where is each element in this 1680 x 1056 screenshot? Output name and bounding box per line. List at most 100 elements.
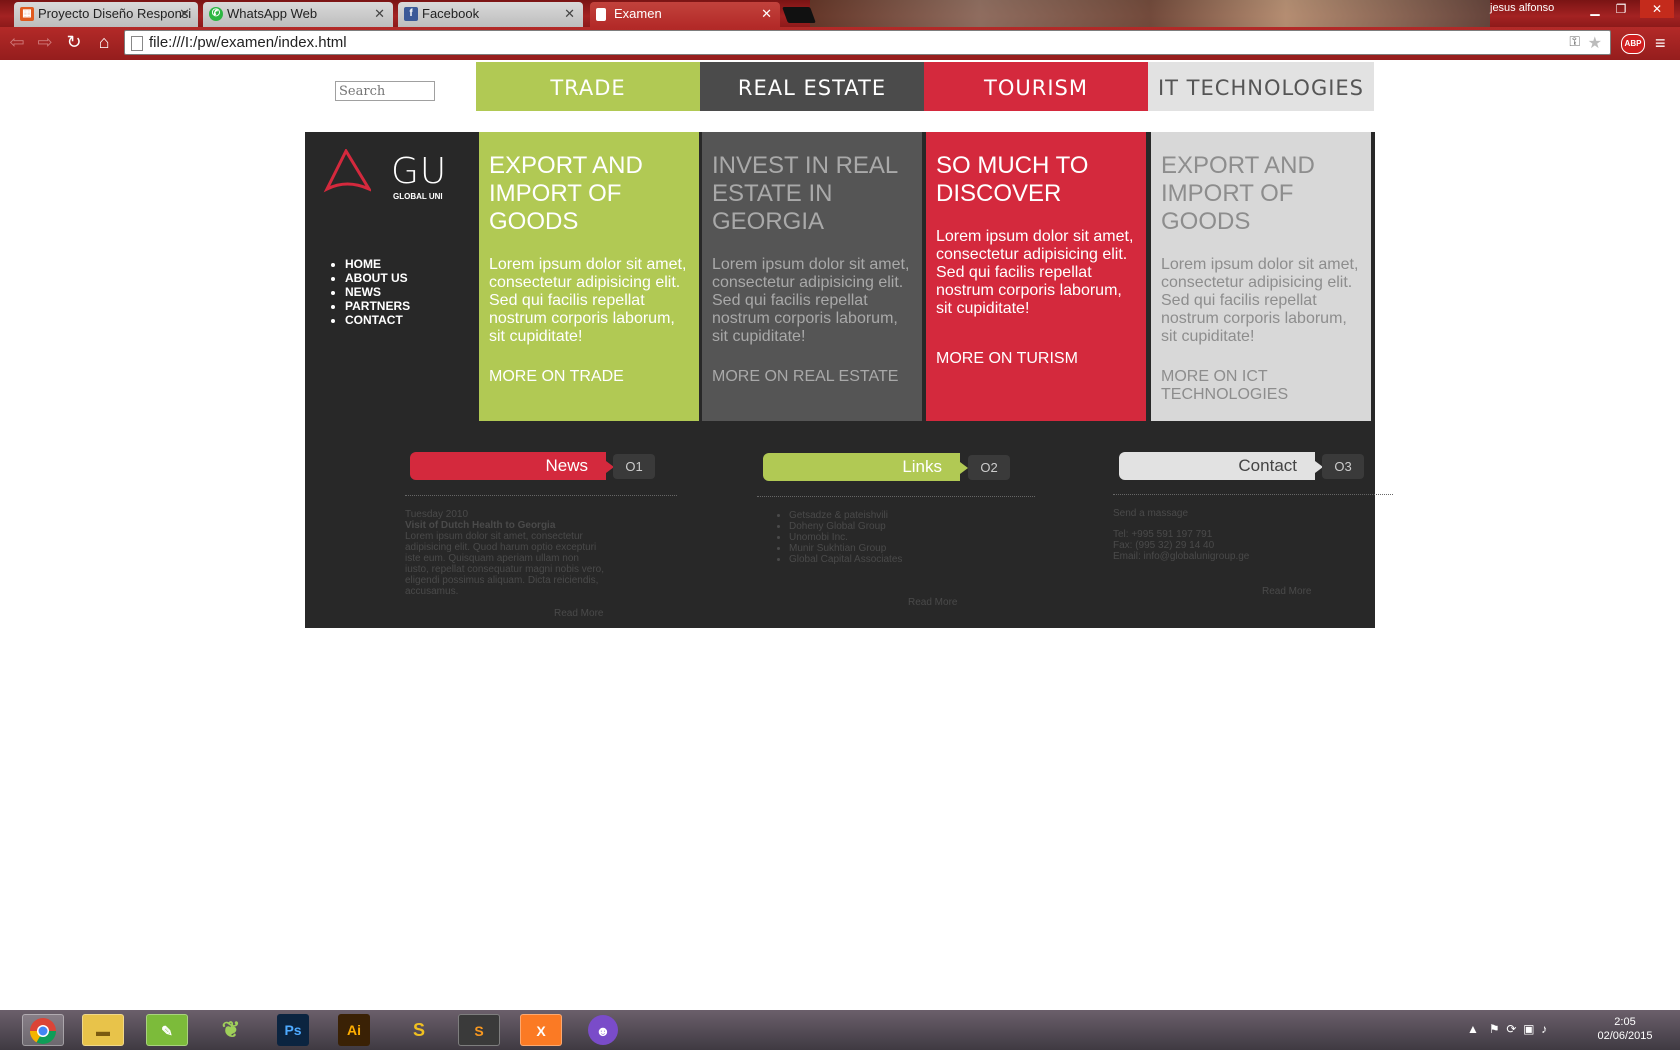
sublime-text-icon[interactable]: S	[458, 1014, 500, 1046]
corel-draw-icon[interactable]: ✎	[146, 1014, 188, 1046]
card-real-estate: INVEST IN REAL ESTATE IN GEORGIA Lorem i…	[702, 132, 922, 421]
taskbar-clock[interactable]: 2:05 02/06/2015	[1595, 1015, 1655, 1043]
chrome-menu-icon[interactable]: ≡	[1655, 33, 1666, 54]
clock-time: 2:05	[1614, 1016, 1636, 1028]
nav-real-estate[interactable]: REAL ESTATE	[700, 62, 924, 111]
news-body: Lorem ipsum dolor sit amet, consectetur …	[405, 531, 605, 597]
news-headline[interactable]: Visit of Dutch Health to Georgia	[405, 520, 555, 531]
link-item[interactable]: Unomobi Inc.	[789, 532, 995, 543]
url-text: file:///I:/pw/examen/index.html	[149, 34, 347, 51]
card-title: EXPORT AND IMPORT OF GOODS	[1161, 152, 1315, 235]
card-it: EXPORT AND IMPORT OF GOODS Lorem ipsum d…	[1151, 132, 1371, 421]
logo[interactable]: GU GLOBAL UNI	[323, 147, 446, 201]
contact-fax: Fax: (995 32) 29 14 40	[1113, 540, 1215, 551]
link-item[interactable]: Global Capital Associates	[789, 554, 995, 565]
new-tab-button[interactable]	[782, 7, 816, 23]
illustrator-icon[interactable]: Ai	[338, 1014, 370, 1046]
leaf-app-icon[interactable]: ❦	[210, 1014, 252, 1046]
theme-artwork	[810, 0, 1490, 27]
close-icon[interactable]: ✕	[374, 6, 385, 22]
side-nav-partners[interactable]: PARTNERS	[345, 299, 410, 313]
more-on-real-estate-link[interactable]: MORE ON REAL ESTATE	[712, 368, 912, 386]
side-nav-home[interactable]: HOME	[345, 257, 410, 271]
home-icon[interactable]: ⌂	[93, 32, 115, 53]
search-input[interactable]	[335, 81, 435, 101]
more-on-ict-link[interactable]: MORE ON ICT TECHNOLOGIES	[1161, 368, 1361, 404]
tab-title: WhatsApp Web	[227, 6, 318, 21]
forward-icon[interactable]: ⇨	[34, 32, 56, 53]
back-icon[interactable]: ⇦	[6, 32, 28, 53]
close-window-icon[interactable]: ✕	[1640, 0, 1674, 18]
main-panel: GU GLOBAL UNI HOME ABOUT US NEWS PARTNER…	[305, 132, 1393, 628]
browser-tab-bar: ▦ Proyecto Diseño Responsi ✕ ✆ WhatsApp …	[0, 0, 1680, 27]
volume-icon[interactable]: ♪	[1541, 1022, 1547, 1036]
card-body: Lorem ipsum dolor sit amet, consectetur …	[1161, 256, 1359, 345]
side-nav: HOME ABOUT US NEWS PARTNERS CONTACT	[327, 257, 410, 327]
page-icon	[596, 8, 606, 21]
close-icon[interactable]: ✕	[564, 6, 575, 22]
tab-whatsapp[interactable]: ✆ WhatsApp Web ✕	[203, 2, 393, 27]
windows-taskbar: ▬ ✎ ❦ Ps Ai S S X ☻	[0, 1010, 1680, 1050]
links-pointer	[960, 462, 968, 474]
link-item[interactable]: Doheny Global Group	[789, 521, 995, 532]
contact-email[interactable]: Email: info@globalunigroup.ge	[1113, 551, 1333, 562]
whatsapp-icon: ✆	[209, 7, 223, 21]
side-nav-contact[interactable]: CONTACT	[345, 313, 410, 327]
photoshop-icon[interactable]: Ps	[277, 1014, 309, 1046]
close-icon[interactable]: ✕	[761, 6, 772, 22]
card-tourism: SO MUCH TO DISCOVER Lorem ipsum dolor si…	[926, 132, 1146, 421]
reload-icon[interactable]: ↻	[63, 32, 85, 53]
folder-icon[interactable]: ▬	[82, 1014, 124, 1046]
tab-title: Proyecto Diseño Responsi	[38, 6, 192, 21]
facebook-icon: f	[404, 7, 418, 21]
side-nav-about[interactable]: ABOUT US	[345, 271, 410, 285]
tab-facebook[interactable]: f Facebook ✕	[398, 2, 583, 27]
profile-name[interactable]: jesus alfonso	[1490, 2, 1554, 14]
contact-tag: Contact O3	[1119, 452, 1365, 480]
nav-trade[interactable]: TRADE	[476, 62, 700, 111]
send-message-link[interactable]: Send a massage	[1113, 508, 1333, 519]
clock-date: 02/06/2015	[1597, 1030, 1653, 1042]
xampp-icon[interactable]: X	[520, 1014, 562, 1046]
news-read-more-link[interactable]: Read More	[554, 608, 603, 619]
sonic-app-icon[interactable]: S	[398, 1014, 440, 1046]
tab-proyecto[interactable]: ▦ Proyecto Diseño Responsi ✕	[14, 2, 198, 27]
link-item[interactable]: Munir Sukhtian Group	[789, 543, 995, 554]
bookmark-star-icon[interactable]: ★	[1588, 33, 1602, 53]
news-divider	[405, 495, 677, 496]
more-on-tourism-link[interactable]: MORE ON TURISM	[936, 350, 1136, 368]
sync-icon[interactable]: ⟳	[1506, 1022, 1516, 1036]
restore-icon[interactable]: ❐	[1608, 0, 1634, 18]
news-number: O1	[613, 454, 655, 479]
nav-tourism[interactable]: TOURISM	[924, 62, 1148, 111]
minimize-icon[interactable]: ▁	[1582, 0, 1608, 18]
tab-title: Examen	[614, 6, 662, 21]
tab-examen[interactable]: Examen ✕	[590, 2, 780, 27]
chrome-icon[interactable]	[22, 1014, 64, 1046]
card-body: Lorem ipsum dolor sit amet, consectetur …	[489, 256, 687, 345]
news-tag: News O1	[410, 452, 657, 480]
side-nav-news[interactable]: NEWS	[345, 285, 410, 299]
links-tag: Links O2	[763, 453, 1015, 481]
contact-label: Contact	[1119, 452, 1315, 480]
address-bar[interactable]: file:///I:/pw/examen/index.html ⚿ ★	[124, 30, 1611, 55]
cat-app-icon[interactable]: ☻	[588, 1015, 618, 1045]
links-label: Links	[763, 453, 960, 481]
close-icon[interactable]: ✕	[179, 6, 190, 22]
more-on-trade-link[interactable]: MORE ON TRADE	[489, 368, 689, 386]
card-title: INVEST IN REAL ESTATE IN GEORGIA	[712, 152, 898, 235]
grid-favicon: ▦	[20, 7, 34, 21]
network-icon[interactable]: ▣	[1523, 1022, 1534, 1036]
contact-read-more-link[interactable]: Read More	[1262, 586, 1311, 597]
key-icon[interactable]: ⚿	[1569, 33, 1580, 50]
links-read-more-link[interactable]: Read More	[908, 597, 957, 608]
link-item[interactable]: Getsadze & pateishvili	[789, 510, 995, 521]
logo-subtitle: GLOBAL UNI	[393, 192, 443, 201]
adblock-plus-icon[interactable]: ABP	[1621, 34, 1645, 54]
news-label: News	[410, 452, 606, 480]
nav-it-technologies[interactable]: IT TECHNOLOGIES	[1148, 62, 1374, 111]
card-title: SO MUCH TO DISCOVER	[936, 152, 1089, 207]
flag-icon[interactable]: ⚑	[1489, 1022, 1500, 1036]
tray-expand-icon[interactable]: ▲	[1467, 1022, 1479, 1036]
contact-number: O3	[1322, 454, 1364, 479]
